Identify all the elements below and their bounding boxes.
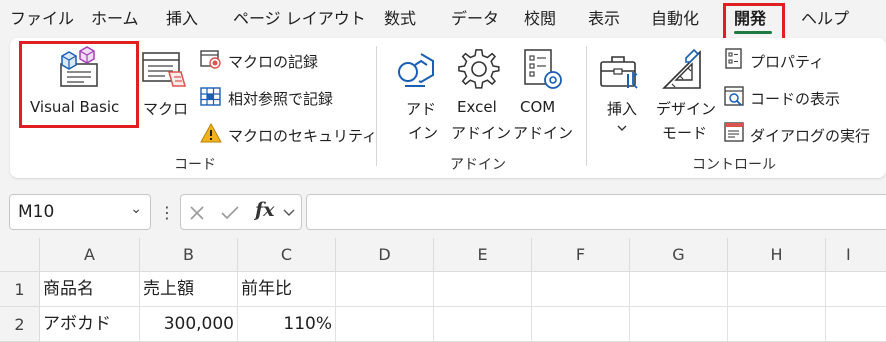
view-code-icon [724, 86, 744, 106]
cell-c2[interactable]: 110% [238, 307, 336, 342]
com-addins-label-line2: アドイン [513, 124, 574, 142]
row-header-2[interactable]: 2 [0, 307, 40, 342]
developer-tab-highlight [723, 3, 785, 41]
run-dialog-icon [724, 122, 744, 142]
tab-home[interactable]: ホーム [91, 6, 139, 32]
column-header-d[interactable]: D [336, 238, 434, 272]
tab-formulas[interactable]: 数式 [384, 6, 416, 32]
tab-file[interactable]: ファイル [10, 6, 74, 32]
relative-reference-icon [200, 87, 221, 106]
warning-icon [200, 123, 222, 143]
tab-help[interactable]: ヘルプ [801, 6, 849, 32]
tab-automate[interactable]: 自動化 [651, 6, 699, 32]
code-group-label: コード [174, 157, 216, 173]
cell-c1[interactable]: 前年比 [238, 272, 336, 307]
record-macro-label: マクロの記録 [228, 53, 319, 71]
run-dialog-label: ダイアログの実行 [750, 127, 871, 145]
design-mode-label-line2: モード [662, 124, 708, 142]
cell-a1[interactable]: 商品名 [40, 272, 140, 307]
column-header-h[interactable]: H [728, 238, 826, 272]
view-code-label: コードの表示 [750, 90, 841, 108]
addins-icon [398, 53, 434, 87]
com-addins-label-line1: COM [520, 98, 556, 116]
cell-f2[interactable] [532, 307, 630, 342]
controls-group-label: コントロール [692, 157, 776, 173]
cancel-icon[interactable] [189, 205, 205, 221]
confirm-icon[interactable] [221, 205, 239, 221]
cell-a2[interactable]: アボカド [40, 307, 140, 342]
excel-addins-label-line2: アドイン [451, 124, 512, 142]
column-header-a[interactable]: A [40, 238, 140, 272]
tab-view[interactable]: 表示 [588, 6, 620, 32]
column-header-g[interactable]: G [630, 238, 728, 272]
name-box-value: M10 [18, 202, 55, 222]
insert-control-label: 挿入 [607, 100, 638, 118]
insert-function-button[interactable]: fx [255, 199, 275, 221]
group-separator [376, 46, 377, 166]
row-header-1[interactable]: 1 [0, 272, 40, 307]
cell-d1[interactable] [336, 272, 434, 307]
macro-icon [142, 52, 186, 87]
tab-data[interactable]: データ [451, 6, 499, 32]
cell-i2[interactable] [826, 307, 886, 342]
properties-icon [725, 48, 742, 69]
cell-g1[interactable] [630, 272, 728, 307]
name-box[interactable]: M10 ⌄ [9, 194, 151, 230]
chevron-down-icon: ⌄ [130, 201, 142, 217]
chevron-down-icon[interactable] [283, 209, 295, 217]
column-header-e[interactable]: E [434, 238, 532, 272]
com-addins-icon [524, 49, 562, 89]
formula-controls: fx [180, 194, 302, 230]
toolbox-icon [600, 56, 638, 89]
chevron-down-icon [617, 125, 627, 131]
ribbon: Visual Basic マクロ マクロの記録 相対参照で記録 マクロのセキュリ… [10, 38, 886, 178]
relative-reference-label: 相対参照で記録 [228, 90, 334, 108]
excel-addins-label-line1: Excel [457, 98, 497, 116]
cell-h1[interactable] [728, 272, 826, 307]
gear-icon [458, 49, 500, 89]
tab-review[interactable]: 校閲 [524, 6, 556, 32]
record-macro-icon [200, 50, 221, 69]
macro-label: マクロ [143, 100, 189, 118]
column-header-f[interactable]: F [532, 238, 630, 272]
cell-b2[interactable]: 300,000 [140, 307, 238, 342]
visual-basic-highlight [19, 41, 139, 128]
tab-page-layout[interactable]: ページ レイアウト [233, 6, 366, 32]
cell-i1[interactable] [826, 272, 886, 307]
column-header-i[interactable]: I [826, 238, 886, 272]
more-options-icon[interactable]: ⋮ [159, 203, 175, 222]
cell-e1[interactable] [434, 272, 532, 307]
column-header-b[interactable]: B [140, 238, 238, 272]
addins-group-label: アドイン [450, 157, 506, 173]
cell-d2[interactable] [336, 307, 434, 342]
group-separator [586, 46, 587, 166]
select-all-corner[interactable] [0, 238, 40, 272]
design-mode-icon [662, 48, 701, 89]
cell-h2[interactable] [728, 307, 826, 342]
tab-insert[interactable]: 挿入 [166, 6, 198, 32]
cell-g2[interactable] [630, 307, 728, 342]
design-mode-label-line1: デザイン [656, 100, 717, 118]
cell-b1[interactable]: 売上額 [140, 272, 238, 307]
addins-label-line2: イン [408, 124, 439, 142]
cell-e2[interactable] [434, 307, 532, 342]
formula-input[interactable] [306, 194, 886, 230]
properties-label: プロパティ [750, 53, 825, 71]
addins-label-line1: アド [406, 100, 437, 118]
cell-f1[interactable] [532, 272, 630, 307]
menu-bar: ファイル ホーム 挿入 ページ レイアウト 数式 データ 校閲 表示 自動化 開… [0, 0, 886, 41]
macro-security-label: マクロのセキュリティ [228, 127, 378, 145]
column-header-c[interactable]: C [238, 238, 336, 272]
